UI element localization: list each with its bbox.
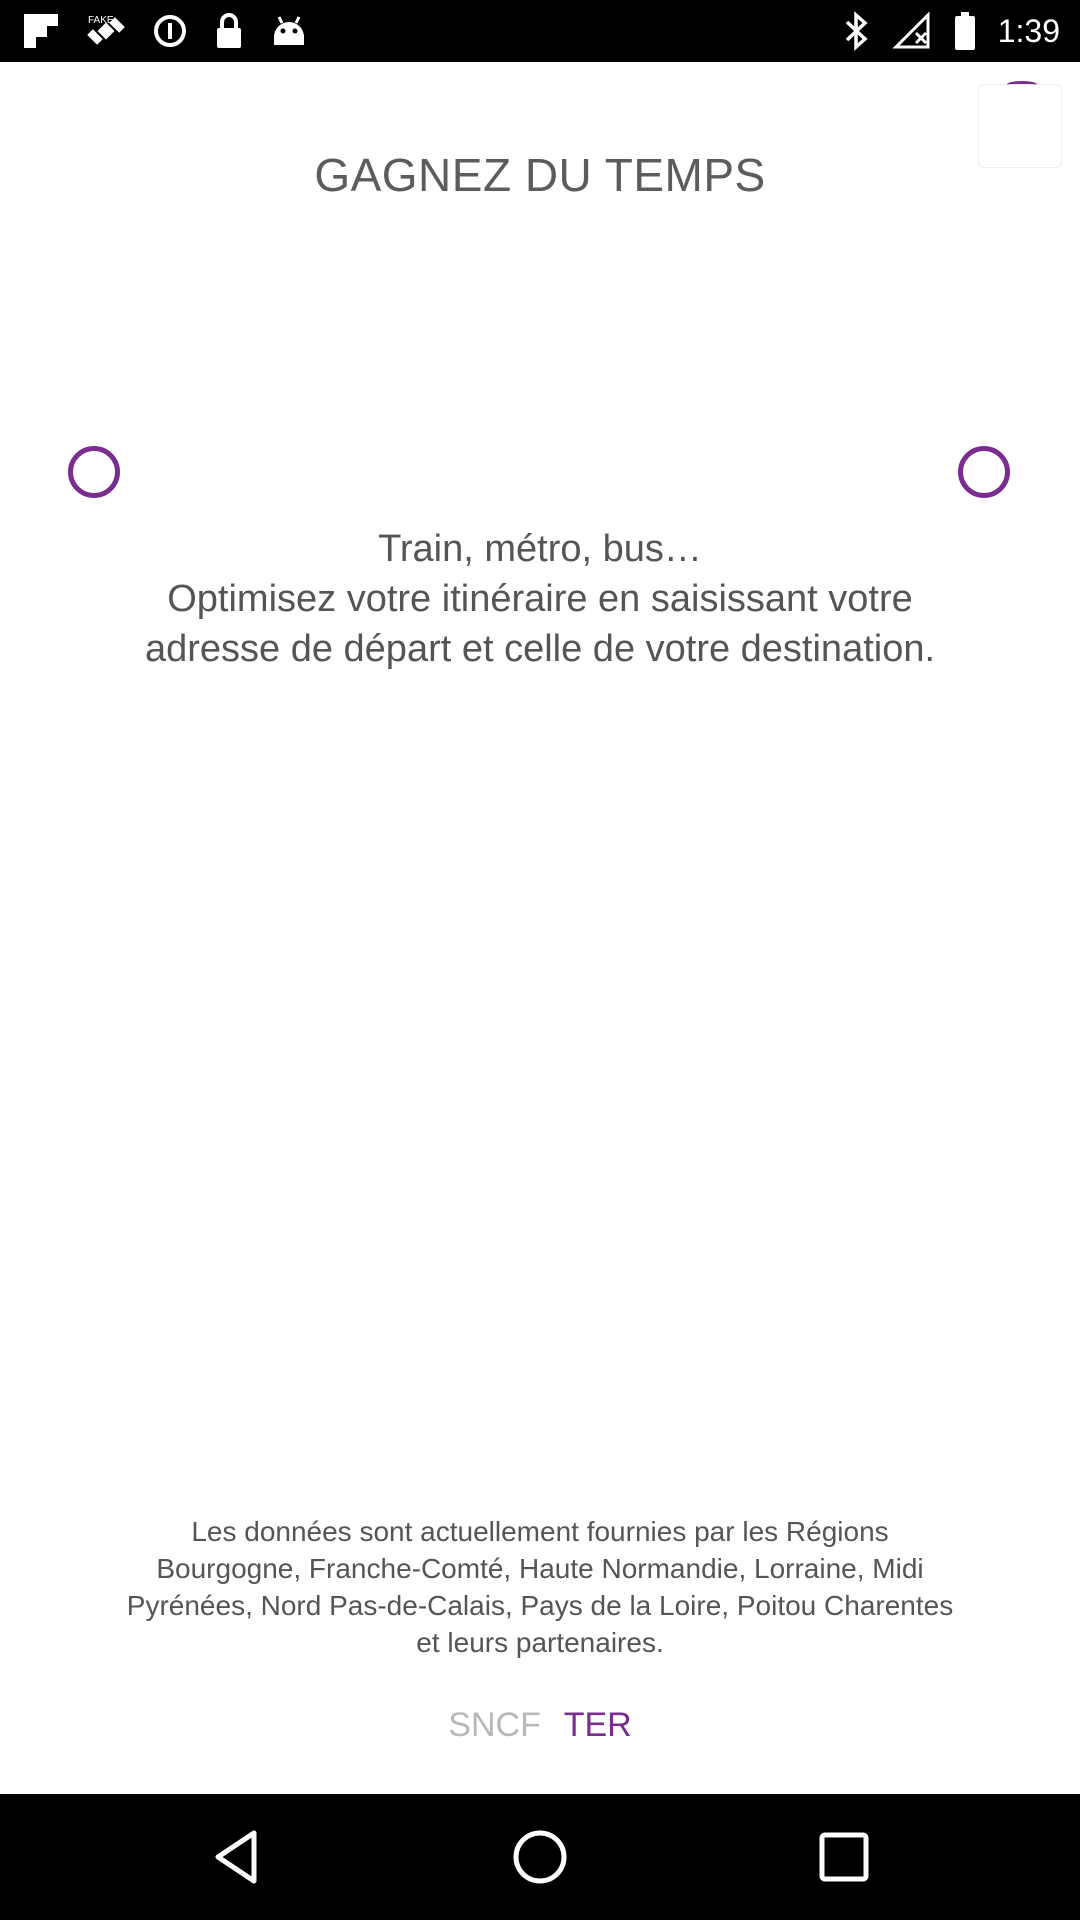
- data-sources-note: Les données sont actuellement fournies p…: [40, 1513, 1040, 1661]
- home-icon[interactable]: [508, 1825, 572, 1889]
- ter-logo: TER: [563, 1706, 632, 1744]
- system-icons: 1:39: [844, 8, 1060, 54]
- footer-line: et leurs partenaires.: [416, 1627, 664, 1658]
- bluetooth-icon: [844, 11, 870, 51]
- description-line: Train, métro, bus…: [378, 528, 702, 570]
- status-bar: FAKE 1:39: [0, 0, 1080, 62]
- battery-icon: [954, 11, 976, 51]
- lock-icon: [214, 12, 244, 50]
- onboarding-screen: GAGNEZ DU TEMPS Train, métro, bus… Optim…: [0, 62, 1080, 1794]
- navigation-bar: [0, 1794, 1080, 1920]
- footer-line: Bourgogne, Franche-Comté, Haute Normandi…: [156, 1553, 924, 1584]
- flipboard-icon: [22, 12, 60, 50]
- back-icon[interactable]: [204, 1825, 268, 1889]
- previous-slide-button[interactable]: [68, 446, 120, 498]
- brand-logos: SNCF TER: [0, 1706, 1080, 1745]
- data-saver-icon: [152, 13, 188, 49]
- clock: 1:39: [997, 12, 1060, 49]
- next-slide-button[interactable]: [958, 446, 1010, 498]
- fake-gps-icon: FAKE: [86, 11, 126, 51]
- footer-line: Les données sont actuellement fournies p…: [191, 1516, 889, 1547]
- recent-apps-icon[interactable]: [812, 1825, 876, 1889]
- footer-line: Pyrénées, Nord Pas-de-Calais, Pays de la…: [126, 1590, 954, 1621]
- notification-icons: FAKE: [22, 10, 308, 52]
- signal-off-icon: [892, 11, 932, 51]
- page-title: GAGNEZ DU TEMPS: [314, 149, 766, 201]
- slide-description: Train, métro, bus… Optimisez votre itiné…: [60, 524, 1020, 674]
- description-line: adresse de départ et celle de votre dest…: [144, 628, 936, 670]
- android-icon: [270, 13, 308, 49]
- sncf-logo: SNCF: [448, 1706, 541, 1744]
- description-line: Optimisez votre itinéraire en saisissant…: [167, 578, 913, 620]
- svg-text:FAKE: FAKE: [88, 15, 114, 26]
